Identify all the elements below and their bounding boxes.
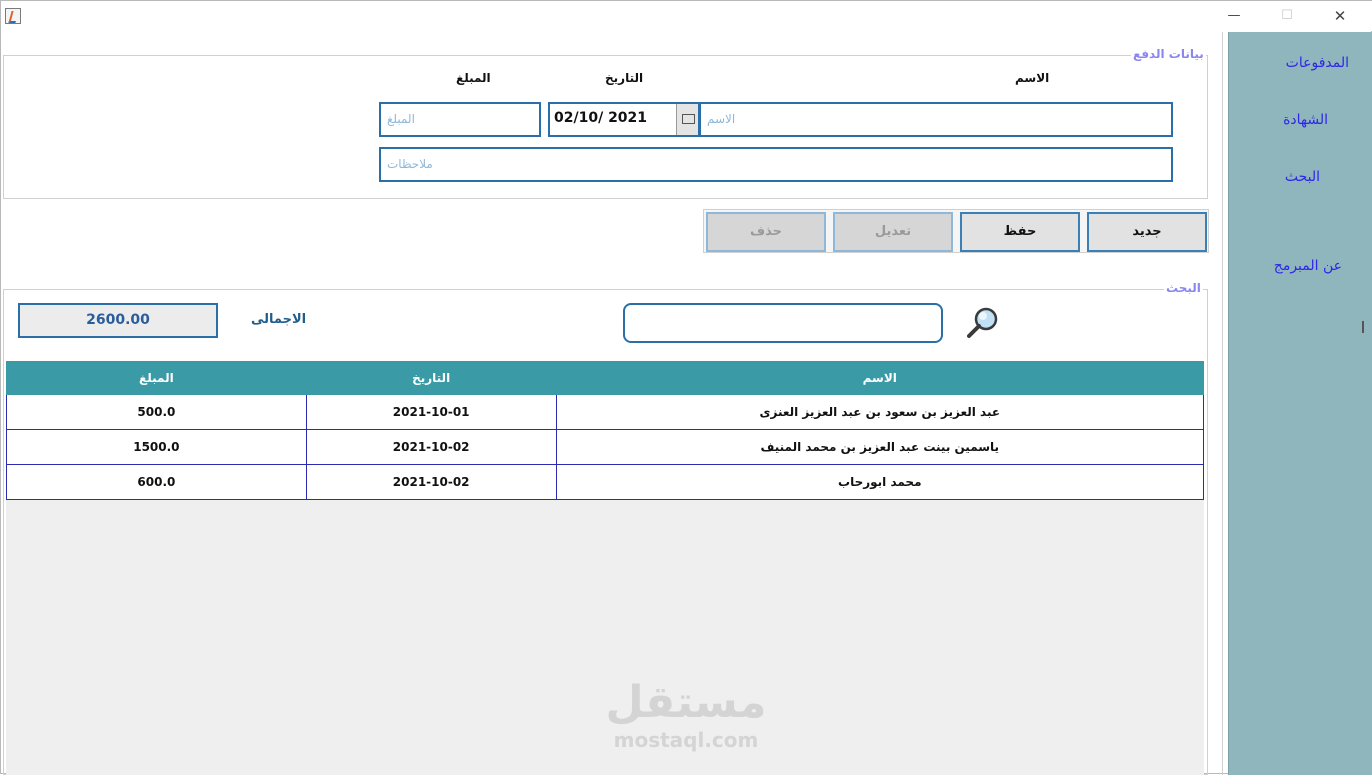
name-field[interactable]: الاسم [700,102,1173,137]
sidebar-edge-mark [1362,321,1364,333]
total-value: 2600.00 [18,303,218,338]
sidebar-item-payments[interactable]: المدفوعات [1286,55,1349,71]
amount-placeholder: المبلغ [387,112,415,126]
table-row[interactable]: 500.0 2021-10-01 عبد العزيز بن سعود بن ع… [6,394,1205,430]
new-button[interactable]: جديد [1087,212,1207,252]
delete-button[interactable]: حذف [706,212,826,252]
header-name[interactable]: الاسم [555,361,1205,395]
content-divider [1222,32,1223,775]
cell-date[interactable]: 2021-10-02 [305,429,557,465]
cell-amount[interactable]: 500.0 [6,394,307,430]
sidebar-item-search[interactable]: البحث [1285,169,1320,185]
sidebar-item-certificate[interactable]: الشهادة [1283,112,1328,128]
save-button[interactable]: حفظ [960,212,1080,252]
name-label: الاسم [1015,71,1050,85]
date-label: التاريخ [605,71,644,85]
watermark-arabic: مستقل [605,677,767,728]
calendar-icon[interactable] [676,104,698,135]
payment-data-legend: بيانات الدفع [1131,47,1206,61]
sidebar [1228,32,1372,775]
table-row[interactable]: 600.0 2021-10-02 محمد ابورحاب [6,464,1205,500]
search-input[interactable] [623,303,943,343]
cell-date[interactable]: 2021-10-02 [305,464,557,500]
cell-name[interactable]: محمد ابورحاب [555,464,1205,500]
header-amount[interactable]: المبلغ [6,361,307,395]
sidebar-item-about-developer[interactable]: عن المبرمج [1274,258,1342,274]
cell-name[interactable]: ياسمين بينت عبد العزيز بن محمد المنيف [555,429,1205,465]
total-label: الاجمالى [251,312,307,327]
notes-placeholder: ملاحظات [387,157,433,171]
search-icon[interactable] [965,305,1001,341]
name-placeholder: الاسم [707,112,736,126]
watermark-latin: mostaql.com [613,728,759,752]
amount-label: المبلغ [456,71,491,85]
date-value: 02/10/ 2021 [554,110,648,126]
header-date[interactable]: التاريخ [305,361,557,395]
app-window: — ☐ ✕ المدفوعات الشهادة البحث عن المبرمج… [0,0,1372,775]
close-button[interactable]: ✕ [1320,5,1360,27]
date-picker[interactable]: 02/10/ 2021 [548,102,700,137]
search-legend: البحث [1164,281,1203,295]
table-header-row: المبلغ التاريخ الاسم [6,361,1205,395]
table-row[interactable]: 1500.0 2021-10-02 ياسمين بينت عبد العزيز… [6,429,1205,465]
edit-button[interactable]: تعديل [833,212,953,252]
maximize-button[interactable]: ☐ [1267,5,1307,27]
notes-field[interactable]: ملاحظات [379,147,1173,182]
amount-field[interactable]: المبلغ [379,102,541,137]
watermark: مستقل mostaql.com [601,677,771,751]
cell-date[interactable]: 2021-10-01 [305,394,557,430]
cell-name[interactable]: عبد العزيز بن سعود بن عبد العزيز العنزى [555,394,1205,430]
title-bar: — ☐ ✕ [1,1,1372,31]
minimize-button[interactable]: — [1214,5,1254,27]
cell-amount[interactable]: 600.0 [6,464,307,500]
cell-amount[interactable]: 1500.0 [6,429,307,465]
java-app-icon [5,8,21,24]
